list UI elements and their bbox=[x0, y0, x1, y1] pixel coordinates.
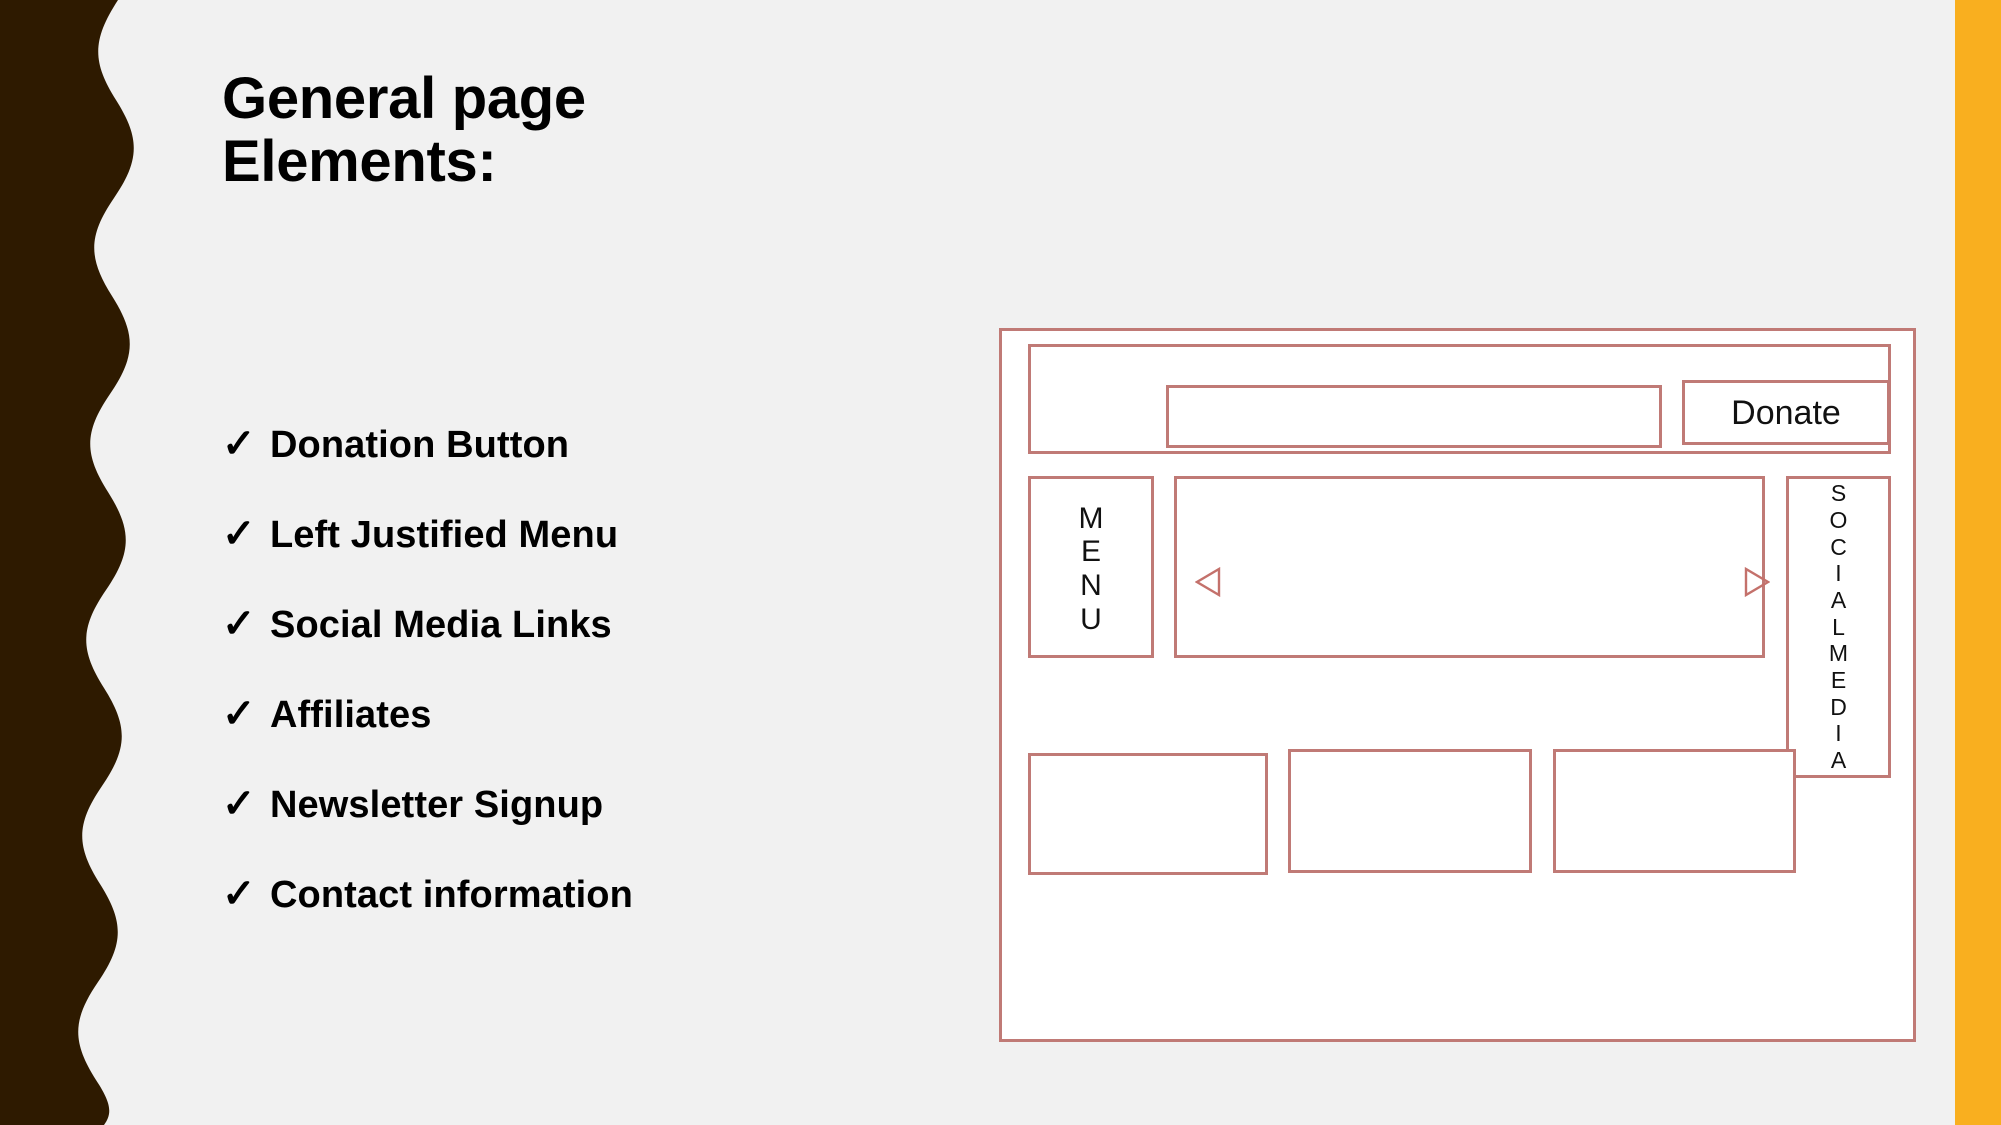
list-item-label: Left Justified Menu bbox=[270, 514, 619, 556]
bullet-list: ✓ Donation Button ✓ Left Justified Menu … bbox=[222, 424, 922, 964]
menu-letter: U bbox=[1080, 602, 1102, 636]
list-item-label: Newsletter Signup bbox=[270, 784, 604, 826]
menu-letter: E bbox=[1080, 535, 1101, 569]
wireframe-logo-search-bar bbox=[1166, 385, 1662, 448]
list-item: ✓ Affiliates bbox=[222, 694, 922, 784]
menu-letter: M bbox=[1078, 501, 1104, 535]
social-letter: M bbox=[1828, 640, 1849, 667]
social-letter: D bbox=[1830, 693, 1847, 720]
wireframe-footer-box bbox=[1553, 749, 1796, 873]
list-item: ✓ Newsletter Signup bbox=[222, 784, 922, 874]
checkmark-icon: ✓ bbox=[222, 512, 256, 556]
list-item-label: Social Media Links bbox=[270, 604, 612, 646]
wireframe-carousel bbox=[1174, 476, 1770, 658]
page-title-line-2: Elements: bbox=[222, 128, 497, 194]
checkmark-icon: ✓ bbox=[222, 872, 256, 916]
list-item: ✓ Social Media Links bbox=[222, 604, 922, 694]
social-letter: I bbox=[1835, 560, 1842, 587]
social-letter: S bbox=[1830, 480, 1847, 507]
list-item-label: Contact information bbox=[270, 874, 633, 916]
checkmark-icon: ✓ bbox=[222, 782, 256, 826]
menu-letter: N bbox=[1080, 569, 1102, 602]
checkmark-icon: ✓ bbox=[222, 422, 256, 466]
list-item: ✓ Contact information bbox=[222, 874, 922, 964]
social-letter: E bbox=[1830, 667, 1847, 693]
wireframe-header-band: Donate bbox=[1028, 344, 1891, 454]
social-letter: C bbox=[1830, 533, 1847, 560]
social-letter: O bbox=[1829, 506, 1848, 533]
right-orange-bar bbox=[1955, 0, 2001, 1125]
website-wireframe-diagram: Donate M E N U S O C I A L M E D I A bbox=[999, 328, 1916, 1042]
social-letter: L bbox=[1832, 613, 1845, 640]
page-title-line-1: General page bbox=[222, 66, 586, 131]
donate-button[interactable]: Donate bbox=[1682, 380, 1890, 445]
list-item: ✓ Left Justified Menu bbox=[222, 514, 922, 604]
donate-button-label: Donate bbox=[1731, 393, 1841, 432]
wireframe-footer-box bbox=[1028, 753, 1268, 875]
social-letter: I bbox=[1835, 720, 1842, 747]
checkmark-icon: ✓ bbox=[222, 692, 256, 736]
checkmark-icon: ✓ bbox=[222, 602, 256, 646]
list-item: ✓ Donation Button bbox=[222, 424, 922, 514]
left-wave-decoration bbox=[0, 0, 134, 1125]
wireframe-social-media-column[interactable]: S O C I A L M E D I A bbox=[1786, 476, 1891, 778]
wireframe-footer-box bbox=[1288, 749, 1532, 873]
slide-canvas: General page Elements: ✓ Donation Button… bbox=[0, 0, 2001, 1125]
list-item-label: Affiliates bbox=[270, 694, 432, 736]
list-item-label: Donation Button bbox=[270, 424, 570, 466]
page-title: General page Elements: bbox=[222, 66, 922, 194]
wireframe-menu-column[interactable]: M E N U bbox=[1028, 476, 1154, 658]
social-letter: A bbox=[1830, 747, 1847, 774]
social-letter: A bbox=[1830, 586, 1847, 613]
